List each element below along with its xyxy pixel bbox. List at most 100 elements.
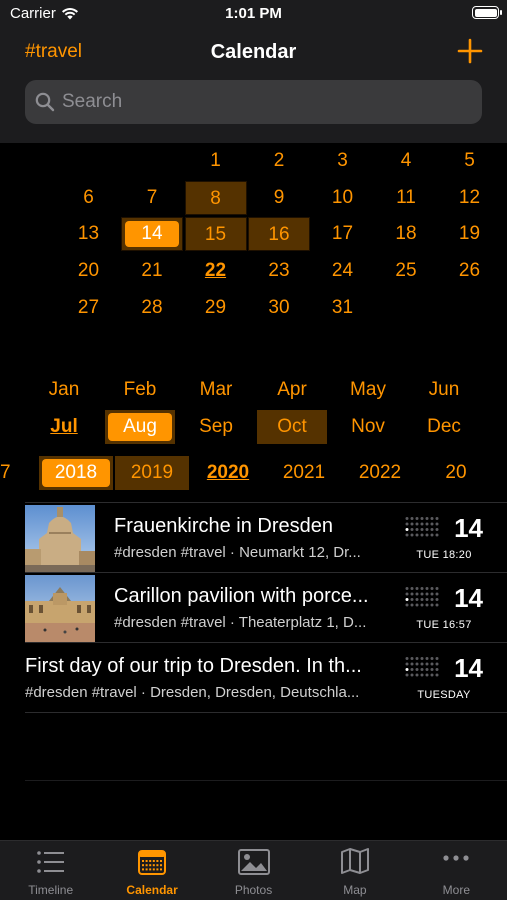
tab-photos[interactable]: Photos — [203, 841, 304, 900]
calendar-year[interactable]: 20 — [419, 456, 493, 490]
battery-icon — [472, 6, 502, 19]
tab-label: Photos — [234, 883, 273, 897]
entry-title: Carillon pavilion with porce... — [114, 585, 369, 607]
calendar-month[interactable]: Jan — [29, 373, 99, 407]
tab-label: Timeline — [28, 883, 74, 897]
calendar-day[interactable]: 29 — [185, 291, 247, 325]
calendar-month[interactable]: Aug — [105, 409, 175, 444]
tab-label: Calendar — [126, 883, 178, 897]
calendar-year[interactable]: 2020 — [191, 456, 265, 490]
calendar-day[interactable]: 24 — [312, 254, 374, 288]
calendar-day[interactable]: 3 — [312, 144, 374, 178]
tab-more[interactable]: More — [406, 841, 507, 900]
calendar-month[interactable]: Sep — [181, 410, 251, 444]
calendar-day[interactable]: 23 — [248, 254, 310, 288]
entry-day-number: 14 — [454, 583, 483, 613]
calendar-day[interactable]: 2 — [248, 144, 310, 178]
entry-date: 14 TUE 18:20 — [405, 513, 483, 563]
year-strip: 172018201920202021202220 — [0, 455, 507, 491]
entry-time: TUE 16:57 — [416, 619, 472, 631]
calendar-day[interactable]: 22 — [185, 254, 247, 288]
search-icon — [35, 92, 55, 112]
more-icon — [406, 841, 507, 875]
page-title: Calendar — [210, 41, 297, 63]
search-input[interactable] — [62, 91, 462, 113]
search-bar[interactable] — [25, 80, 482, 124]
calendar-day[interactable]: 10 — [312, 181, 374, 215]
list-item[interactable]: First day of our trip to Dresden. In th.… — [25, 643, 507, 713]
calendar-month[interactable]: Feb — [105, 373, 175, 407]
list-item[interactable]: Frauenkirche in Dresden #dresden #travel … — [25, 503, 507, 573]
calendar-day[interactable]: 25 — [375, 254, 437, 288]
selected-day-label: 14 — [125, 221, 179, 248]
calendar-day[interactable]: 4 — [375, 144, 437, 178]
calendar-month[interactable]: Apr — [257, 373, 327, 407]
calendar-day[interactable]: 12 — [439, 181, 501, 215]
entry-thumbnail — [25, 505, 95, 572]
calendar-day[interactable]: 30 — [248, 291, 310, 325]
list-divider — [25, 780, 507, 781]
plus-icon[interactable] — [457, 38, 483, 64]
calendar-month[interactable]: Nov — [333, 410, 403, 444]
entry-meta: #dresden #travel · Theaterplatz 1, D... — [114, 614, 367, 631]
entry-meta: #dresden #travel · Dresden, Dresden, Deu… — [25, 684, 360, 701]
calendar-day[interactable]: 31 — [312, 291, 374, 325]
calendar-day[interactable]: 7 — [121, 181, 183, 215]
list-item[interactable]: Carillon pavilion with porce... #dresden … — [25, 573, 507, 643]
calendar-dots-icon — [405, 586, 439, 613]
calendar-day[interactable]: 18 — [375, 217, 437, 251]
calendar-year[interactable]: 17 — [0, 456, 37, 490]
calendar-year[interactable]: 2021 — [267, 456, 341, 490]
status-bar: Carrier 1:01 PM — [0, 0, 507, 28]
calendar-day[interactable]: 5 — [439, 144, 501, 178]
selected-month-label: Aug — [108, 412, 172, 441]
entry-list: Frauenkirche in Dresden #dresden #travel … — [25, 502, 507, 713]
entry-date: 14 TUE 16:57 — [405, 583, 483, 633]
tab-calendar[interactable]: Calendar — [101, 841, 202, 900]
entry-text: First day of our trip to Dresden. In th.… — [25, 655, 382, 701]
entry-time: TUE 18:20 — [416, 549, 472, 561]
entry-title: First day of our trip to Dresden. In th.… — [25, 655, 362, 677]
entry-day-number: 14 — [454, 653, 483, 683]
calendar-day[interactable]: 6 — [58, 181, 120, 215]
calendar-day[interactable]: 15 — [184, 217, 247, 252]
tab-map[interactable]: Map — [304, 841, 405, 900]
calendar-month[interactable]: May — [333, 373, 403, 407]
calendar-day[interactable]: 1 — [185, 144, 247, 178]
calendar-day[interactable]: 14 — [121, 217, 183, 252]
list-icon — [0, 841, 101, 875]
tab-timeline[interactable]: Timeline — [0, 841, 101, 900]
calendar-year[interactable]: 2018 — [39, 456, 113, 490]
calendar-day[interactable]: 28 — [121, 291, 183, 325]
calendar-day[interactable]: 11 — [375, 181, 437, 215]
status-time: 1:01 PM — [225, 5, 282, 22]
entry-time: TUESDAY — [417, 689, 471, 701]
calendar-day[interactable]: 9 — [248, 181, 310, 215]
calendar-day[interactable]: 19 — [439, 217, 501, 251]
calendar-month[interactable]: Dec — [409, 410, 479, 444]
calendar-dots-icon — [405, 656, 439, 683]
calendar-day[interactable]: 8 — [184, 180, 247, 215]
tab-bar: Timeline Calendar Photos Map More — [0, 840, 507, 900]
calendar-day[interactable]: 17 — [312, 217, 374, 251]
calendar-day[interactable]: 27 — [58, 291, 120, 325]
navigation-bar: #travel Calendar — [0, 30, 507, 74]
entry-meta: #dresden #travel · Neumarkt 12, Dr... — [114, 544, 361, 561]
calendar-day[interactable]: 21 — [121, 254, 183, 288]
calendar-month[interactable]: Mar — [181, 373, 251, 407]
calendar-year[interactable]: 2022 — [343, 456, 417, 490]
calendar-month[interactable]: Jun — [409, 373, 479, 407]
entry-date: 14 TUESDAY — [405, 653, 483, 703]
tab-label: More — [442, 883, 470, 897]
calendar-day[interactable]: 20 — [58, 254, 120, 288]
calendar-day[interactable]: 26 — [439, 254, 501, 288]
entry-thumbnail — [25, 575, 95, 642]
entry-title: Frauenkirche in Dresden — [114, 515, 333, 537]
calendar-day[interactable]: 16 — [248, 217, 310, 252]
calendar-day[interactable]: 13 — [58, 217, 120, 251]
calendar-icon — [101, 841, 202, 875]
calendar-month[interactable]: Oct — [257, 409, 327, 444]
calendar-month[interactable]: Jul — [29, 410, 99, 444]
tab-label: Map — [343, 883, 367, 897]
calendar-year[interactable]: 2019 — [115, 456, 189, 490]
